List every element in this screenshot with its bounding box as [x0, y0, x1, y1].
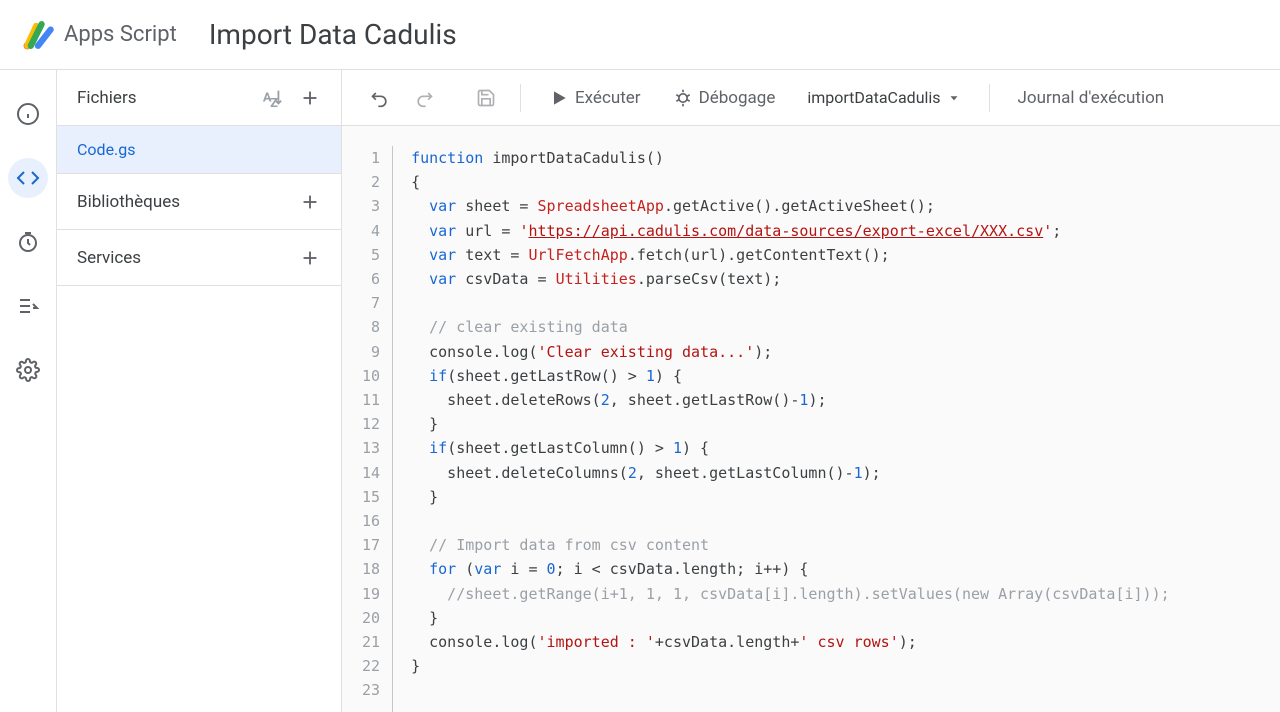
apps-script-logo-icon: [20, 17, 56, 53]
save-button[interactable]: [468, 80, 504, 116]
editor-icon[interactable]: [8, 158, 48, 198]
triggers-icon[interactable]: [8, 222, 48, 262]
services-label: Services: [77, 248, 141, 268]
undo-button[interactable]: [362, 80, 398, 116]
execution-log-button[interactable]: Journal d'exécution: [1006, 80, 1177, 116]
code-content[interactable]: function importDataCadulis() { var sheet…: [411, 146, 1170, 712]
add-library-icon[interactable]: [299, 191, 321, 213]
brand-text: Apps Script: [64, 22, 177, 47]
code-editor[interactable]: 1234567891011121314151617181920212223 fu…: [342, 126, 1280, 712]
separator: [989, 84, 990, 112]
settings-icon[interactable]: [8, 350, 48, 390]
dropdown-icon: [947, 91, 961, 105]
libraries-label: Bibliothèques: [77, 192, 180, 212]
project-title[interactable]: Import Data Cadulis: [209, 18, 457, 51]
editor-area: Exécuter Débogage importDataCadulis Jour…: [342, 70, 1280, 712]
libraries-section-header: Bibliothèques: [57, 174, 341, 230]
toolbar: Exécuter Débogage importDataCadulis Jour…: [342, 70, 1280, 126]
log-label: Journal d'exécution: [1018, 88, 1165, 108]
gutter-border: [392, 146, 393, 712]
debug-button[interactable]: Débogage: [661, 80, 788, 116]
function-selector[interactable]: importDataCadulis: [795, 80, 972, 115]
redo-button[interactable]: [406, 80, 442, 116]
executions-icon[interactable]: [8, 286, 48, 326]
add-service-icon[interactable]: [299, 247, 321, 269]
files-label: Fichiers: [77, 88, 136, 108]
sidebar: Fichiers AZ Code.gs Bibliothèques Servic…: [56, 70, 342, 712]
services-section-header: Services: [57, 230, 341, 286]
header: Apps Script Import Data Cadulis: [0, 0, 1280, 70]
main: Fichiers AZ Code.gs Bibliothèques Servic…: [0, 70, 1280, 712]
bug-icon: [673, 88, 693, 108]
function-selected: importDataCadulis: [807, 88, 940, 107]
sort-icon[interactable]: AZ: [261, 87, 283, 109]
run-label: Exécuter: [575, 88, 641, 108]
file-item[interactable]: Code.gs: [57, 126, 341, 174]
logo[interactable]: Apps Script: [20, 17, 177, 53]
files-section-header: Fichiers AZ: [57, 70, 341, 126]
line-gutter: 1234567891011121314151617181920212223: [342, 146, 392, 712]
run-button[interactable]: Exécuter: [537, 80, 653, 116]
play-icon: [549, 88, 569, 108]
overview-icon[interactable]: [8, 94, 48, 134]
add-file-icon[interactable]: [299, 87, 321, 109]
left-rail: [0, 70, 56, 712]
separator: [520, 84, 521, 112]
debug-label: Débogage: [699, 88, 776, 108]
